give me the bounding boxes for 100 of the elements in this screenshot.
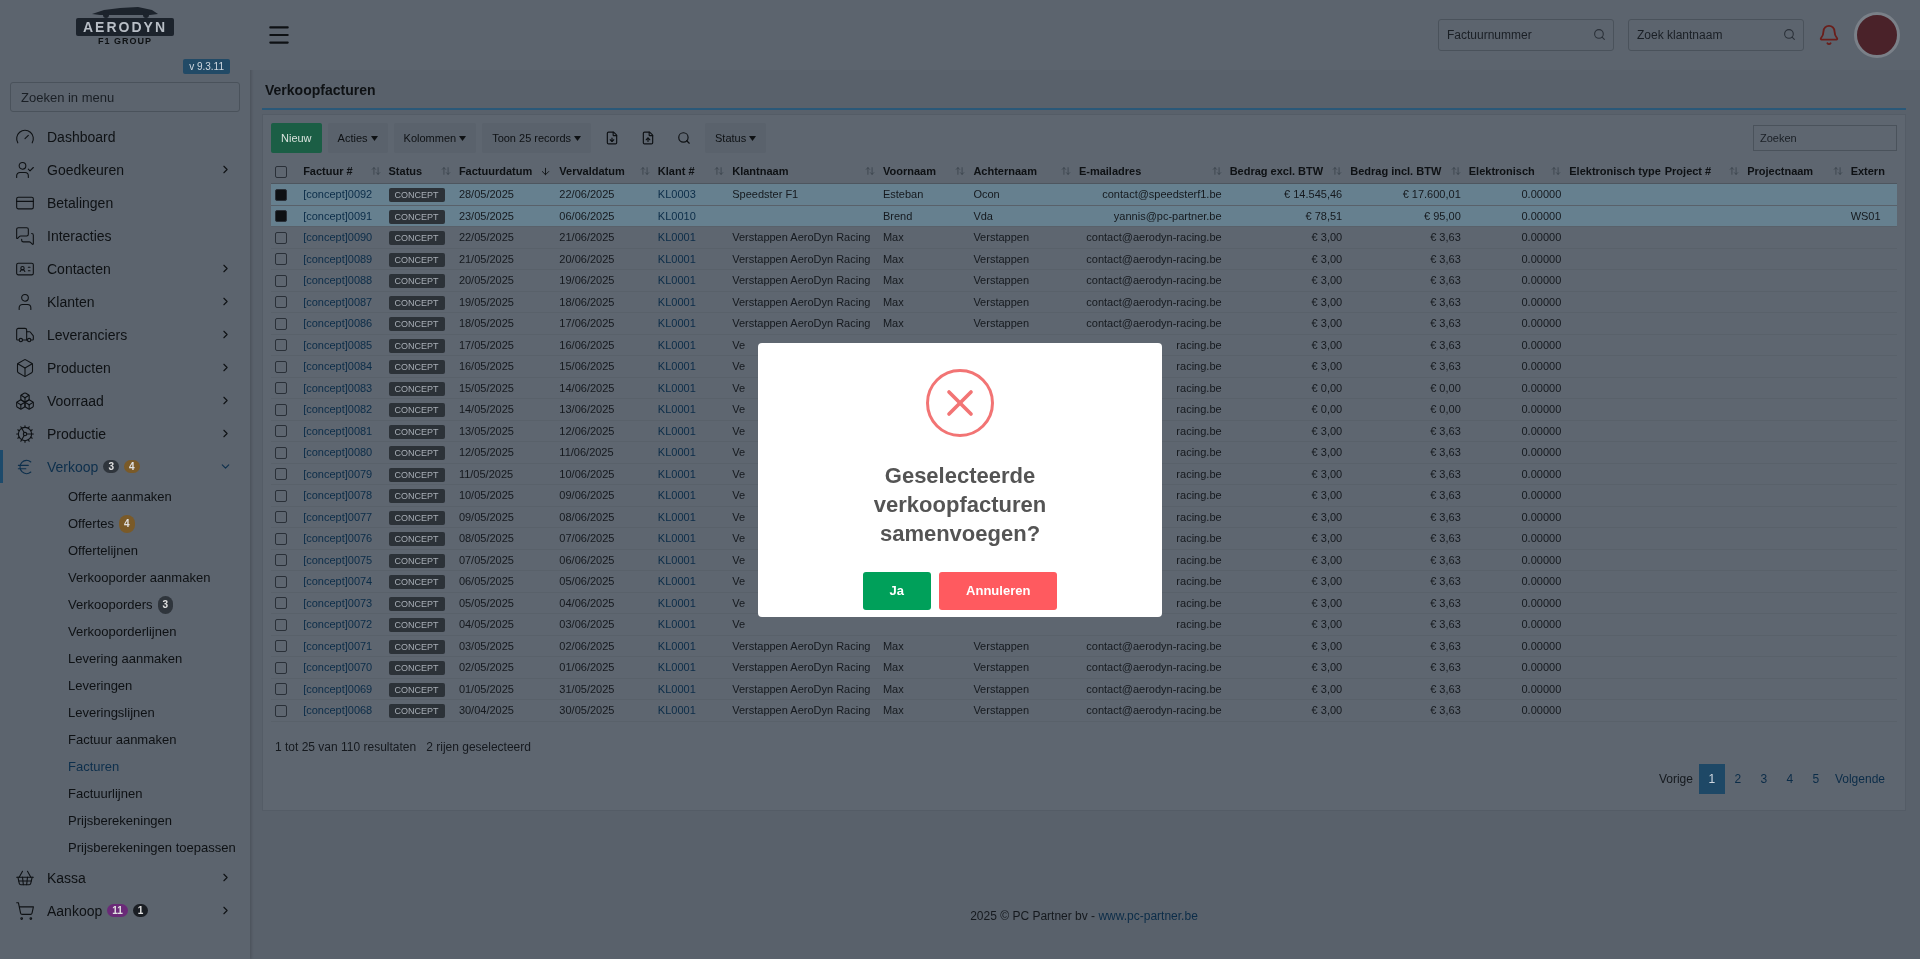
sidebar-subitem[interactable]: Factuur aanmaken — [0, 726, 250, 753]
table-link[interactable]: KL0001 — [657, 639, 696, 652]
column-header[interactable]: Factuur # — [299, 159, 385, 184]
table-link[interactable]: [concept]0072 — [303, 618, 373, 631]
column-header[interactable]: Voornaam — [878, 159, 970, 184]
new-button[interactable]: Nieuw — [271, 123, 322, 153]
footer-link[interactable]: www.pc-partner.be — [1098, 909, 1198, 923]
table-link[interactable]: KL0001 — [657, 424, 696, 437]
table-link[interactable]: [concept]0087 — [303, 295, 373, 308]
sidebar-subitem[interactable]: Offerte aanmaken — [0, 483, 250, 510]
sidebar-subitem[interactable]: Verkooporders 3 — [0, 591, 250, 618]
table-link[interactable]: KL0001 — [657, 252, 696, 265]
sidebar-item[interactable]: Dashboard — [0, 120, 250, 153]
column-header[interactable]: Elektronisch — [1464, 159, 1566, 184]
table-link[interactable]: KL0001 — [657, 575, 696, 588]
table-link[interactable]: KL0001 — [657, 317, 696, 330]
table-link[interactable]: KL0001 — [657, 510, 696, 523]
row-checkbox[interactable] — [275, 597, 287, 610]
table-link[interactable]: [concept]0069 — [303, 682, 373, 695]
table-link[interactable]: KL0001 — [657, 274, 696, 287]
page-link[interactable]: 2 — [1724, 763, 1751, 794]
row-checkbox[interactable] — [275, 554, 287, 567]
table-link[interactable]: [concept]0083 — [303, 381, 373, 394]
column-header[interactable]: Vervaldatum — [555, 159, 654, 184]
sidebar-item[interactable]: Producten — [0, 351, 250, 384]
table-link[interactable]: KL0001 — [657, 682, 696, 695]
table-link[interactable]: [concept]0077 — [303, 510, 373, 523]
table-link[interactable]: KL0001 — [657, 532, 696, 545]
sidebar-item[interactable]: Betalingen — [0, 186, 250, 219]
row-checkbox[interactable] — [275, 210, 287, 223]
column-header[interactable]: Bedrag incl. BTW — [1346, 159, 1465, 184]
row-checkbox[interactable] — [275, 618, 287, 631]
column-header[interactable]: Extern — [1846, 159, 1897, 184]
sidebar-subitem[interactable]: Offertes 4 — [0, 510, 250, 537]
header-search-field[interactable]: Factuurnummer — [1438, 19, 1614, 51]
row-checkbox[interactable] — [275, 403, 287, 416]
row-checkbox[interactable] — [275, 296, 287, 309]
table-link[interactable]: [concept]0074 — [303, 575, 373, 588]
page-link[interactable]: 4 — [1776, 763, 1803, 794]
table-link[interactable]: [concept]0073 — [303, 596, 373, 609]
table-link[interactable]: [concept]0089 — [303, 252, 373, 265]
column-header[interactable]: Factuurdatum — [454, 159, 556, 184]
sidebar-subitem[interactable]: Verkooporder aanmaken — [0, 564, 250, 591]
sidebar-item[interactable]: Leveranciers — [0, 318, 250, 351]
table-link[interactable]: [concept]0084 — [303, 360, 373, 373]
row-checkbox[interactable] — [275, 704, 287, 717]
column-header[interactable]: Klantnaam — [728, 159, 879, 184]
sidebar-subitem[interactable]: Facturen — [0, 753, 250, 780]
dropdown-button[interactable]: Toon 25 records — [482, 123, 591, 153]
table-link[interactable]: KL0001 — [657, 295, 696, 308]
column-header[interactable]: Klant # — [653, 159, 729, 184]
sidebar-subitem[interactable]: Offertelijnen — [0, 537, 250, 564]
table-link[interactable]: KL0010 — [657, 209, 696, 222]
table-link[interactable]: [concept]0070 — [303, 661, 373, 674]
column-header[interactable]: Project # — [1660, 159, 1744, 184]
cancel-button[interactable]: Annuleren — [939, 571, 1058, 610]
table-link[interactable]: KL0001 — [657, 553, 696, 566]
table-search-field[interactable]: Zoeken — [1753, 125, 1897, 151]
table-link[interactable]: KL0001 — [657, 360, 696, 373]
row-checkbox[interactable] — [275, 683, 287, 696]
previous-page-link[interactable]: Vorige — [1652, 763, 1699, 794]
sidebar-subitem[interactable]: Levering aanmaken — [0, 645, 250, 672]
row-checkbox[interactable] — [275, 532, 287, 545]
table-link[interactable]: KL0003 — [657, 188, 696, 201]
sidebar-subitem[interactable]: Factuurlijnen — [0, 780, 250, 807]
confirm-button[interactable]: Ja — [862, 571, 932, 610]
sidebar-item[interactable]: Verkoop 3 4 — [0, 450, 250, 483]
page-link[interactable]: 5 — [1802, 763, 1829, 794]
row-checkbox[interactable] — [275, 575, 287, 588]
sidebar-item[interactable]: Productie — [0, 417, 250, 450]
row-checkbox[interactable] — [275, 317, 287, 330]
column-header[interactable]: Projectnaam — [1743, 159, 1847, 184]
column-header[interactable]: Bedrag excl. BTW — [1225, 159, 1347, 184]
table-link[interactable]: KL0001 — [657, 618, 696, 631]
row-checkbox[interactable] — [275, 231, 287, 244]
sidebar-item[interactable]: Kassa — [0, 861, 250, 894]
sidebar-subitem[interactable]: Prijsberekeningen toepassen — [0, 834, 250, 861]
page-link[interactable]: 3 — [1750, 763, 1777, 794]
row-checkbox[interactable] — [275, 253, 287, 266]
row-checkbox[interactable] — [275, 425, 287, 438]
select-all-checkbox[interactable] — [275, 165, 287, 178]
table-link[interactable]: [concept]0075 — [303, 553, 373, 566]
sidebar-item[interactable]: Aankoop 11 1 — [0, 894, 250, 927]
table-link[interactable]: KL0001 — [657, 381, 696, 394]
sidebar-item[interactable]: Goedkeuren — [0, 153, 250, 186]
table-link[interactable]: [concept]0090 — [303, 231, 373, 244]
table-link[interactable]: [concept]0068 — [303, 704, 373, 717]
row-checkbox[interactable] — [275, 382, 287, 395]
column-header[interactable]: Achternaam — [969, 159, 1075, 184]
table-link[interactable]: KL0001 — [657, 661, 696, 674]
row-checkbox[interactable] — [275, 468, 287, 481]
table-link[interactable]: KL0001 — [657, 338, 696, 351]
sidebar-subitem[interactable]: Leveringen — [0, 672, 250, 699]
row-checkbox[interactable] — [275, 360, 287, 373]
dropdown-button[interactable]: Acties — [327, 123, 388, 153]
table-link[interactable]: KL0001 — [657, 403, 696, 416]
sidebar-subitem[interactable]: Verkooporderlijnen — [0, 618, 250, 645]
sidebar-item[interactable]: Voorraad — [0, 384, 250, 417]
column-header[interactable]: Status — [384, 159, 455, 184]
row-checkbox[interactable] — [275, 446, 287, 459]
